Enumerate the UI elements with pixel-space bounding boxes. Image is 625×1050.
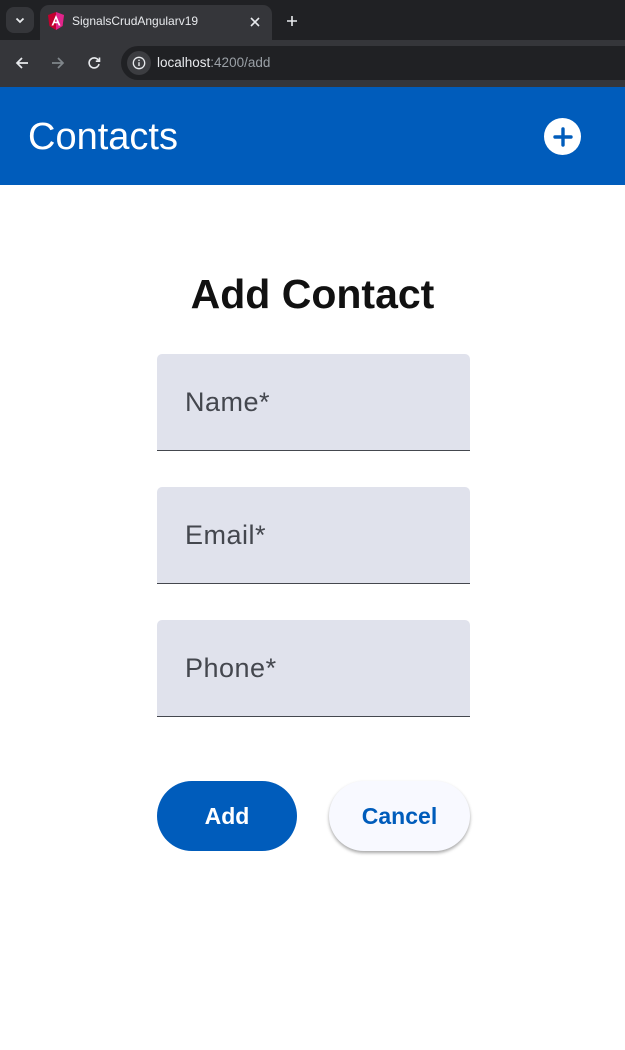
new-tab-button[interactable] bbox=[281, 10, 303, 32]
address-bar[interactable]: localhost:4200/add bbox=[121, 46, 625, 80]
phone-field[interactable] bbox=[157, 620, 470, 717]
arrow-left-icon bbox=[15, 57, 28, 69]
cancel-button[interactable]: Cancel bbox=[329, 781, 470, 851]
add-contact-button[interactable] bbox=[544, 118, 581, 155]
plus-circle-icon bbox=[552, 126, 573, 147]
email-input[interactable] bbox=[157, 487, 470, 583]
name-field[interactable] bbox=[157, 354, 470, 451]
url-host: localhost bbox=[157, 55, 211, 70]
plus-icon bbox=[287, 16, 297, 26]
app-title: Contacts bbox=[28, 116, 178, 158]
name-input[interactable] bbox=[157, 354, 470, 450]
browser-tabstrip: SignalsCrudAngularv19 bbox=[0, 0, 625, 40]
angular-icon bbox=[48, 12, 64, 30]
form-title: Add Contact bbox=[190, 271, 435, 317]
tab-search-button[interactable] bbox=[6, 7, 34, 33]
arrow-right-icon bbox=[52, 57, 65, 69]
info-icon bbox=[132, 56, 146, 70]
browser-tab[interactable]: SignalsCrudAngularv19 bbox=[40, 5, 272, 40]
forward-button[interactable] bbox=[47, 52, 69, 74]
add-button[interactable]: Add bbox=[157, 781, 297, 851]
phone-input[interactable] bbox=[157, 620, 470, 716]
url-path: :4200/add bbox=[210, 55, 271, 70]
url-text: localhost:4200/add bbox=[157, 55, 270, 70]
tab-title: SignalsCrudAngularv19 bbox=[72, 14, 199, 28]
email-field[interactable] bbox=[157, 487, 470, 584]
app-header: Contacts bbox=[0, 87, 625, 185]
reload-button[interactable] bbox=[83, 52, 105, 74]
chevron-down-icon bbox=[15, 17, 25, 24]
browser-toolbar: localhost:4200/add bbox=[0, 40, 625, 87]
close-icon[interactable] bbox=[246, 13, 264, 31]
back-button[interactable] bbox=[11, 52, 33, 74]
site-info-button[interactable] bbox=[127, 51, 151, 75]
reload-icon bbox=[88, 57, 101, 69]
